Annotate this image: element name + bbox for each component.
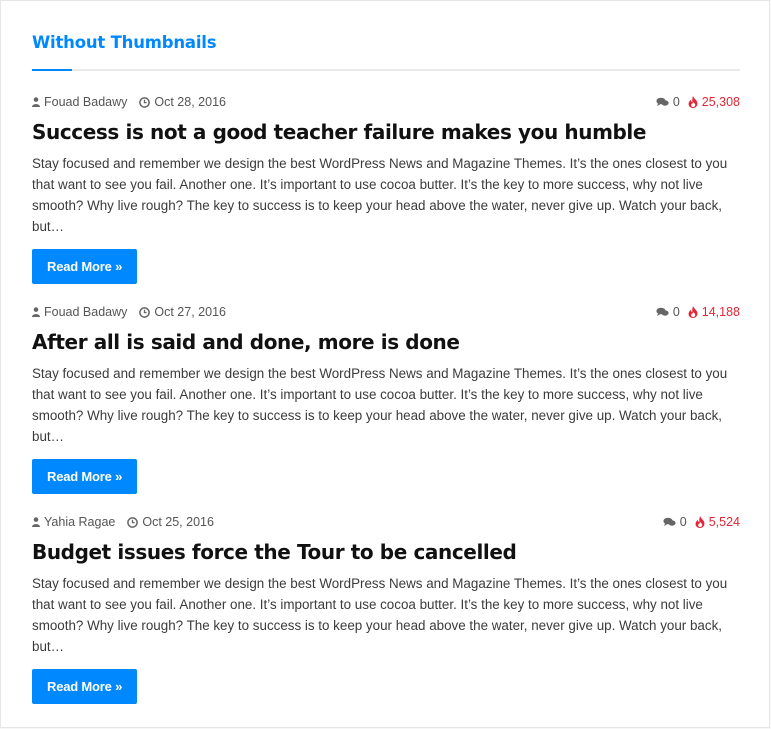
date-text: Oct 25, 2016 [142, 515, 214, 529]
clock-icon [139, 96, 151, 108]
fire-icon [688, 96, 698, 108]
post-excerpt: Stay focused and remember we design the … [32, 156, 728, 234]
author-name: Fouad Badawy [44, 95, 128, 109]
date-text: Oct 27, 2016 [154, 305, 226, 319]
user-icon [32, 517, 40, 527]
comments-icon [656, 97, 669, 106]
read-more-button[interactable]: Read More » [32, 459, 138, 494]
post-author[interactable]: Yahia Ragae [32, 515, 115, 529]
author-name: Yahia Ragae [44, 515, 116, 529]
read-more-button[interactable]: Read More » [32, 669, 138, 704]
post-item: Fouad Badawy Oct 27, 2016 0 14,188 After… [32, 303, 740, 494]
clock-icon [127, 516, 139, 528]
post-date: Oct 25, 2016 [127, 515, 214, 529]
post-meta: Fouad Badawy Oct 28, 2016 0 25,308 [32, 93, 740, 111]
fire-icon [688, 306, 698, 318]
user-icon [32, 307, 40, 317]
post-date: Oct 28, 2016 [139, 95, 226, 109]
widget-title: Without Thumbnails [32, 33, 217, 52]
post-item: Fouad Badawy Oct 28, 2016 0 25,308 Succe… [32, 93, 740, 284]
post-meta: Yahia Ragae Oct 25, 2016 0 5,524 [32, 513, 740, 531]
views-value: 14,188 [701, 305, 740, 319]
post-meta: Fouad Badawy Oct 27, 2016 0 14,188 [32, 303, 740, 321]
post-author[interactable]: Fouad Badawy [32, 95, 127, 109]
comments-value: 0 [679, 515, 687, 529]
comments-count[interactable]: 0 [663, 515, 687, 529]
header-divider [32, 69, 740, 71]
post-title[interactable]: Success is not a good teacher failure ma… [32, 119, 740, 145]
post-excerpt: Stay focused and remember we design the … [32, 366, 728, 444]
author-name: Fouad Badawy [44, 305, 128, 319]
comments-icon [656, 307, 669, 316]
views-value: 5,524 [708, 515, 740, 529]
comments-count[interactable]: 0 [656, 305, 680, 319]
fire-icon [695, 516, 705, 528]
post-excerpt: Stay focused and remember we design the … [32, 576, 728, 654]
user-icon [32, 97, 40, 107]
comments-count[interactable]: 0 [656, 95, 680, 109]
read-more-button[interactable]: Read More » [32, 249, 138, 284]
post-title[interactable]: Budget issues force the Tour to be cance… [32, 539, 740, 565]
views-count: 25,308 [688, 95, 740, 109]
views-count: 5,524 [695, 515, 740, 529]
widget-header: Without Thumbnails [32, 31, 740, 73]
comments-value: 0 [672, 95, 680, 109]
comments-icon [663, 517, 676, 526]
post-title[interactable]: After all is said and done, more is done [32, 329, 740, 355]
comments-value: 0 [672, 305, 680, 319]
date-text: Oct 28, 2016 [154, 95, 226, 109]
views-value: 25,308 [701, 95, 740, 109]
posts-widget: Without Thumbnails Fouad Badawy Oct 28, … [0, 0, 770, 728]
post-author[interactable]: Fouad Badawy [32, 305, 127, 319]
clock-icon [139, 306, 151, 318]
post-date: Oct 27, 2016 [139, 305, 226, 319]
post-item: Yahia Ragae Oct 25, 2016 0 5,524 Budget … [32, 513, 740, 704]
header-divider-accent [32, 69, 72, 71]
views-count: 14,188 [688, 305, 740, 319]
